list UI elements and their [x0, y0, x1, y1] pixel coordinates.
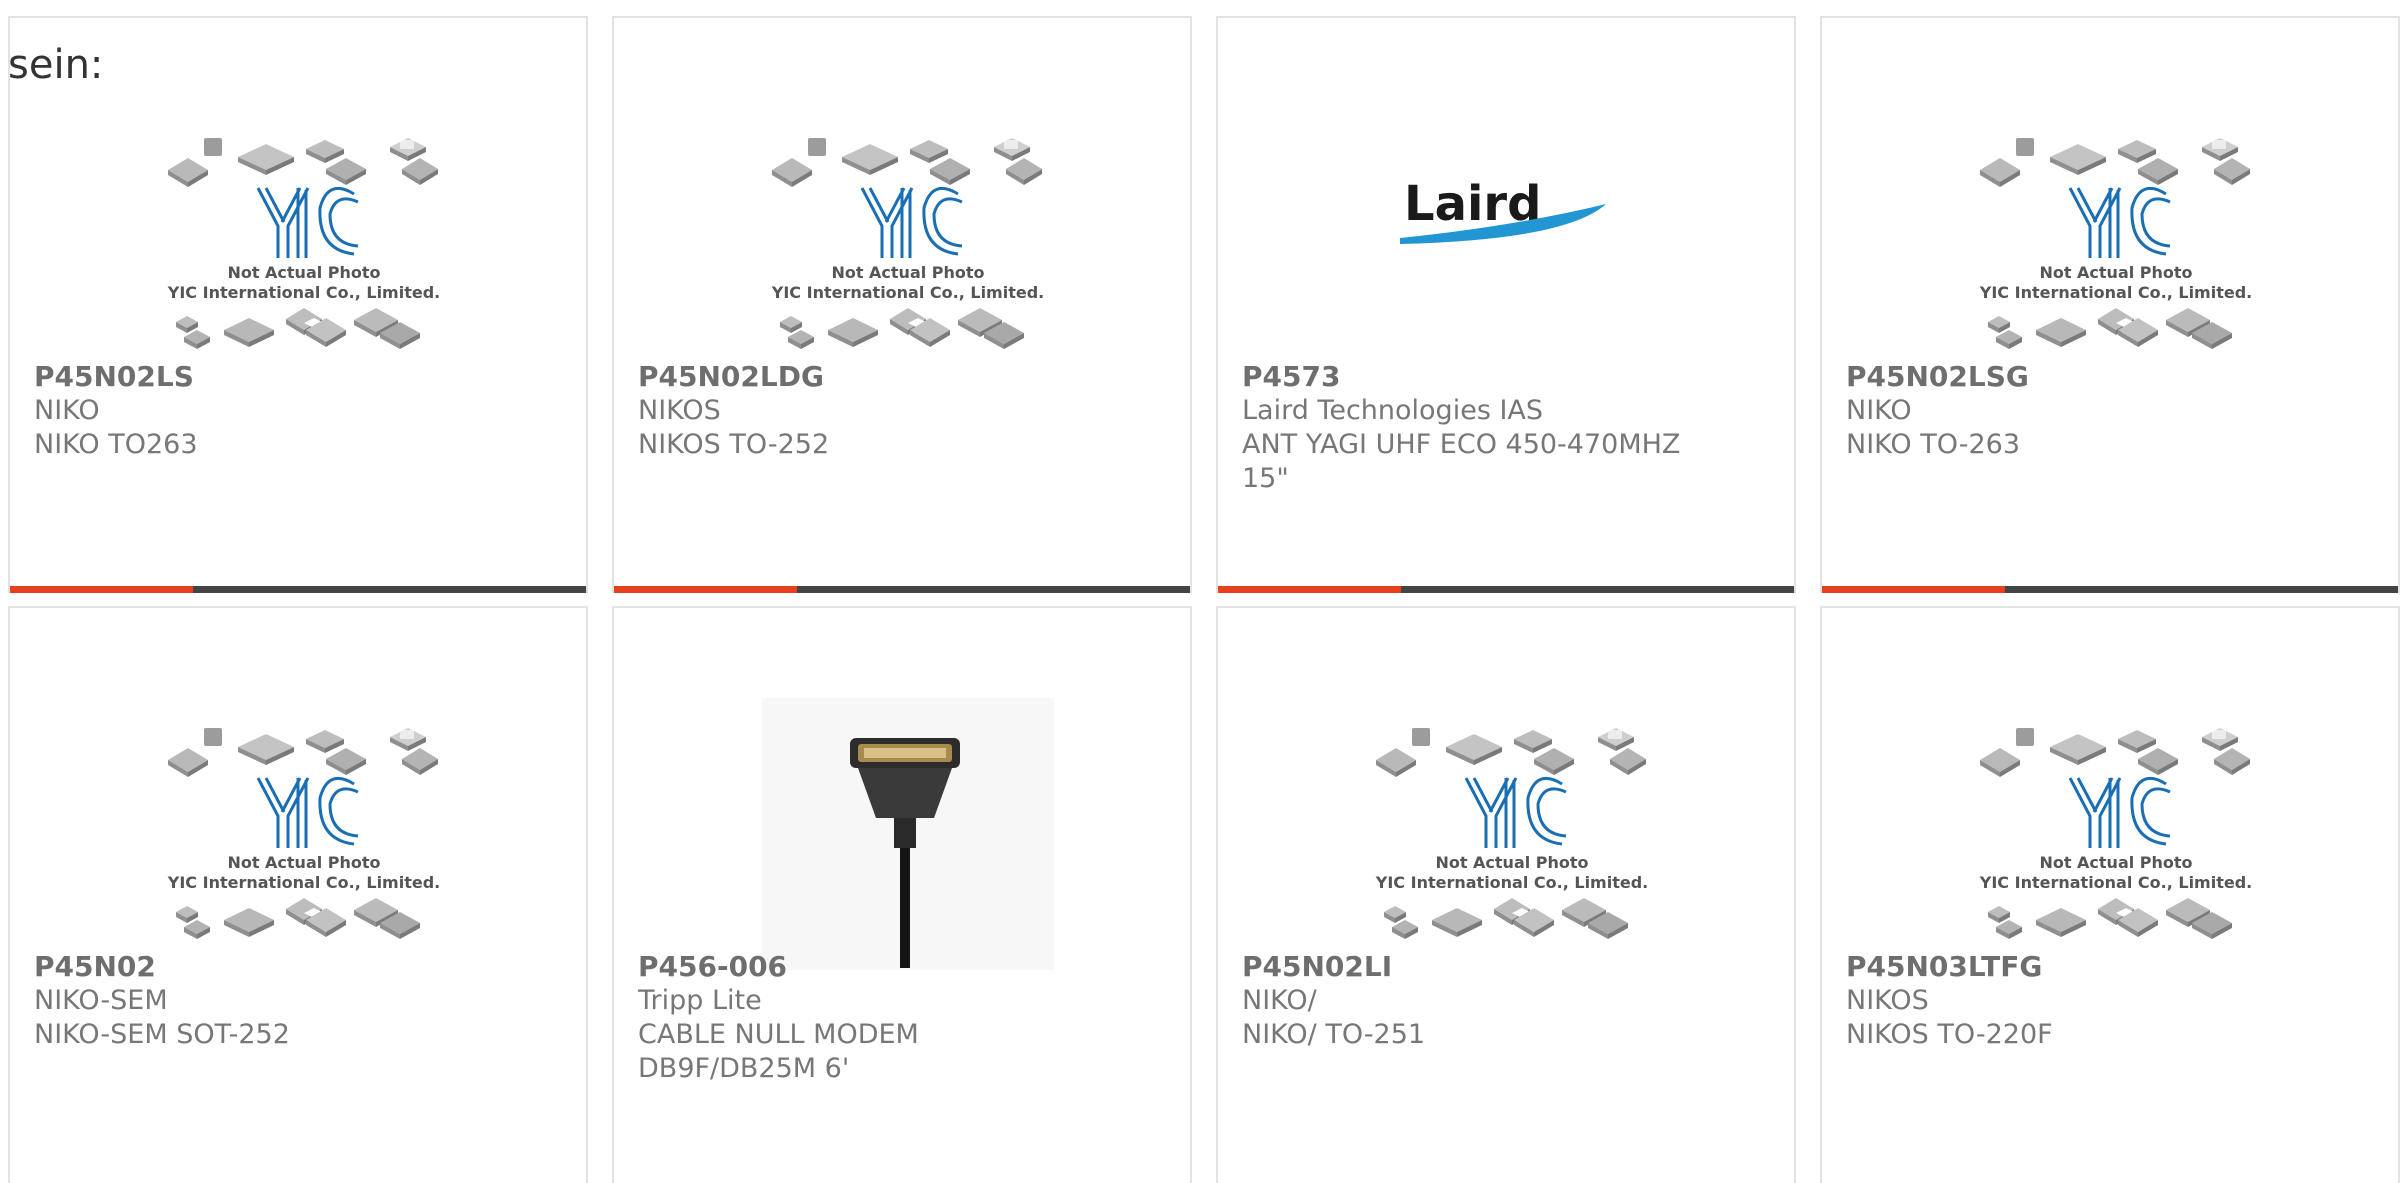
product-info: P45N02LDG NIKOS NIKOS TO-252 — [638, 360, 1158, 462]
card-accent-bar — [1822, 586, 2398, 593]
manufacturer: NIKO — [1846, 395, 1912, 426]
product-info: P45N02LI NIKO/ NIKO/ TO-251 — [1242, 950, 1762, 1052]
part-number[interactable]: P45N02LI — [1242, 950, 1762, 984]
svg-text:Not Actual Photo: Not Actual Photo — [1435, 853, 1588, 872]
description-continued: DB9F/DB25M 6' — [638, 1053, 850, 1084]
description: ANT YAGI UHF ECO 450-470MHZ — [1242, 429, 1681, 460]
svg-text:YIC International Co., Limited: YIC International Co., Limited. — [167, 873, 440, 892]
description: NIKO TO-263 — [1846, 429, 2020, 460]
product-image: Not Actual Photo YIC International Co., L… — [1970, 698, 2262, 970]
product-image: Not Actual Photo YIC International Co., L… — [1970, 108, 2262, 380]
part-number[interactable]: P4573 — [1242, 360, 1762, 394]
product-image: Laird — [1366, 108, 1658, 380]
svg-text:YIC International Co., Limited: YIC International Co., Limited. — [771, 283, 1044, 302]
chip-shape — [808, 138, 826, 156]
product-grid: Not Actual Photo YIC International Co., L… — [0, 0, 2400, 1183]
svg-text:Not Actual Photo: Not Actual Photo — [227, 853, 380, 872]
product-info: P456-006 Tripp Lite CABLE NULL MODEM DB9… — [638, 950, 1158, 1086]
description: NIKOS TO-220F — [1846, 1019, 2053, 1050]
product-card[interactable]: Not Actual Photo YIC International Co., L… — [8, 16, 588, 593]
part-number[interactable]: P456-006 — [638, 950, 1158, 984]
svg-text:Not Actual Photo: Not Actual Photo — [2039, 263, 2192, 282]
card-accent-bar — [1218, 586, 1794, 593]
lead-text: sein: — [8, 42, 104, 88]
description: CABLE NULL MODEM — [638, 1019, 919, 1050]
svg-text:YIC International Co., Limited: YIC International Co., Limited. — [167, 283, 440, 302]
chip-shape — [2016, 728, 2034, 746]
svg-text:Not Actual Photo: Not Actual Photo — [2039, 853, 2192, 872]
product-image: Not Actual Photo YIC International Co., L… — [762, 108, 1054, 380]
yic-logo — [2068, 186, 2171, 258]
svg-text:YIC International Co., Limited: YIC International Co., Limited. — [1979, 283, 2252, 302]
chip-shape — [2016, 138, 2034, 156]
yic-logo — [256, 776, 359, 848]
product-card[interactable]: Not Actual Photo YIC International Co., L… — [1820, 606, 2400, 1183]
product-card[interactable]: Not Actual Photo YIC International Co., L… — [8, 606, 588, 1183]
product-info: P45N02LSG NIKO NIKO TO-263 — [1846, 360, 2366, 462]
product-card[interactable]: Not Actual Photo YIC International Co., L… — [1820, 16, 2400, 593]
manufacturer: NIKOS — [1846, 985, 1929, 1016]
product-image: Not Actual Photo YIC International Co., L… — [158, 108, 450, 380]
manufacturer: NIKOS — [638, 395, 721, 426]
description-continued: 15" — [1242, 463, 1289, 494]
part-number[interactable]: P45N02LDG — [638, 360, 1158, 394]
product-info: P45N03LTFG NIKOS NIKOS TO-220F — [1846, 950, 2366, 1052]
description: NIKO/ TO-251 — [1242, 1019, 1426, 1050]
manufacturer: Laird Technologies IAS — [1242, 395, 1544, 426]
product-card[interactable]: Not Actual Photo YIC International Co., L… — [612, 16, 1192, 593]
product-image: Not Actual Photo YIC International Co., L… — [1366, 698, 1658, 970]
product-card[interactable]: Laird P4573 Laird Technologies IAS ANT Y… — [1216, 16, 1796, 593]
description: NIKO-SEM SOT-252 — [34, 1019, 290, 1050]
yic-logo — [860, 186, 963, 258]
svg-text:Not Actual Photo: Not Actual Photo — [227, 263, 380, 282]
part-number[interactable]: P45N02LSG — [1846, 360, 2366, 394]
product-info: P45N02 NIKO-SEM NIKO-SEM SOT-252 — [34, 950, 554, 1052]
product-info: P4573 Laird Technologies IAS ANT YAGI UH… — [1242, 360, 1762, 496]
description: NIKOS TO-252 — [638, 429, 830, 460]
product-card[interactable]: P456-006 Tripp Lite CABLE NULL MODEM DB9… — [612, 606, 1192, 1183]
part-number[interactable]: P45N02LS — [34, 360, 554, 394]
yic-logo — [2068, 776, 2171, 848]
yic-logo — [1464, 776, 1567, 848]
manufacturer: NIKO/ — [1242, 985, 1317, 1016]
card-accent-bar — [10, 586, 586, 593]
chip-shape — [204, 728, 222, 746]
product-card[interactable]: Not Actual Photo YIC International Co., L… — [1216, 606, 1796, 1183]
part-number[interactable]: P45N03LTFG — [1846, 950, 2366, 984]
card-accent-bar — [614, 586, 1190, 593]
product-image — [762, 698, 1054, 970]
yic-logo — [256, 186, 359, 258]
manufacturer: Tripp Lite — [638, 985, 762, 1016]
product-info: P45N02LS NIKO NIKO TO263 — [34, 360, 554, 462]
svg-text:Not Actual Photo: Not Actual Photo — [831, 263, 984, 282]
description: NIKO TO263 — [34, 429, 198, 460]
manufacturer: NIKO-SEM — [34, 985, 168, 1016]
chip-shape — [204, 138, 222, 156]
product-image: Not Actual Photo YIC International Co., L… — [158, 698, 450, 970]
manufacturer: NIKO — [34, 395, 100, 426]
svg-text:YIC International Co., Limited: YIC International Co., Limited. — [1979, 873, 2252, 892]
part-number[interactable]: P45N02 — [34, 950, 554, 984]
chip-shape — [1412, 728, 1430, 746]
svg-text:YIC International Co., Limited: YIC International Co., Limited. — [1375, 873, 1648, 892]
